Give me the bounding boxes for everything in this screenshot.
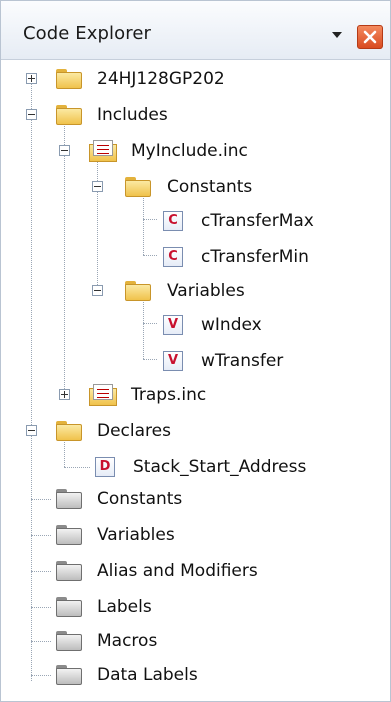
tree-node-label: Traps.inc bbox=[131, 385, 207, 405]
folder-icon bbox=[56, 597, 82, 617]
tree-node-label: Stack_Start_Address bbox=[133, 457, 307, 477]
tree-node-label: Declares bbox=[97, 421, 171, 441]
include-file-icon bbox=[89, 384, 117, 406]
tree-node-includes[interactable]: Includes bbox=[1, 97, 390, 133]
collapse-icon[interactable] bbox=[92, 285, 103, 296]
tree-node-windex[interactable]: V wIndex bbox=[1, 307, 390, 343]
collapse-icon[interactable] bbox=[26, 425, 37, 436]
tree-node-device[interactable]: 24HJ128GP202 bbox=[1, 61, 390, 97]
tree-node-label: Variables bbox=[97, 525, 175, 545]
tree-node-variables[interactable]: Variables bbox=[1, 517, 390, 553]
constant-icon: C bbox=[163, 211, 183, 231]
folder-icon bbox=[56, 69, 82, 89]
tree-node-alias-modifiers[interactable]: Alias and Modifiers bbox=[1, 553, 390, 589]
tree-node-label: wIndex bbox=[201, 315, 262, 335]
tree-node-label: Alias and Modifiers bbox=[97, 561, 258, 581]
folder-open-icon bbox=[56, 105, 82, 125]
folder-icon bbox=[56, 561, 82, 581]
close-button[interactable] bbox=[357, 25, 383, 49]
panel-title: Code Explorer bbox=[23, 23, 152, 44]
tree-node-declares[interactable]: Declares bbox=[1, 413, 390, 449]
tree-node-stack-start-address[interactable]: D Stack_Start_Address bbox=[1, 449, 390, 485]
tree-node-variables-inner[interactable]: Variables bbox=[1, 273, 390, 309]
expand-icon[interactable] bbox=[59, 389, 70, 400]
panel-header: Code Explorer bbox=[1, 1, 390, 60]
tree-node-label: MyInclude.inc bbox=[131, 141, 248, 161]
include-file-icon bbox=[89, 140, 117, 162]
tree-node-ctransfermin[interactable]: C cTransferMin bbox=[1, 239, 390, 275]
folder-open-icon bbox=[125, 281, 151, 301]
folder-open-icon bbox=[125, 177, 151, 197]
variable-icon: V bbox=[163, 315, 183, 335]
chevron-down-icon[interactable] bbox=[332, 32, 342, 38]
constant-icon: C bbox=[163, 247, 183, 267]
tree-node-constants-inner[interactable]: Constants bbox=[1, 169, 390, 205]
tree-node-constants[interactable]: Constants bbox=[1, 481, 390, 517]
collapse-icon[interactable] bbox=[26, 109, 37, 120]
folder-open-icon bbox=[56, 421, 82, 441]
tree-node-label: cTransferMax bbox=[201, 211, 314, 231]
tree-node-labels[interactable]: Labels bbox=[1, 589, 390, 625]
tree-node-label: 24HJ128GP202 bbox=[97, 69, 225, 89]
code-explorer-panel: Code Explorer 24HJ128GP202 Includes MyIn… bbox=[0, 0, 391, 702]
tree-node-label: wTransfer bbox=[201, 351, 284, 371]
tree-node-label: cTransferMin bbox=[201, 247, 309, 267]
close-icon bbox=[363, 30, 377, 44]
code-tree: 24HJ128GP202 Includes MyInclude.inc Cons… bbox=[1, 59, 390, 701]
folder-icon bbox=[56, 489, 82, 509]
tree-node-wtransfer[interactable]: V wTransfer bbox=[1, 343, 390, 379]
tree-node-label: Variables bbox=[167, 281, 245, 301]
tree-node-label: Macros bbox=[97, 631, 158, 651]
folder-icon bbox=[56, 525, 82, 545]
tree-node-data-labels[interactable]: Data Labels bbox=[1, 657, 390, 693]
tree-node-label: Data Labels bbox=[97, 665, 198, 685]
tree-node-label: Includes bbox=[97, 105, 168, 125]
tree-node-ctransfermax[interactable]: C cTransferMax bbox=[1, 203, 390, 239]
declare-icon: D bbox=[95, 457, 115, 477]
folder-icon bbox=[56, 631, 82, 651]
tree-node-myinclude[interactable]: MyInclude.inc bbox=[1, 133, 390, 169]
collapse-icon[interactable] bbox=[92, 181, 103, 192]
variable-icon: V bbox=[163, 351, 183, 371]
collapse-icon[interactable] bbox=[59, 145, 70, 156]
tree-node-label: Constants bbox=[167, 177, 253, 197]
expand-icon[interactable] bbox=[26, 73, 37, 84]
tree-node-label: Labels bbox=[97, 597, 152, 617]
folder-icon bbox=[56, 665, 82, 685]
tree-node-traps[interactable]: Traps.inc bbox=[1, 377, 390, 413]
tree-node-label: Constants bbox=[97, 489, 183, 509]
tree-node-macros[interactable]: Macros bbox=[1, 623, 390, 659]
